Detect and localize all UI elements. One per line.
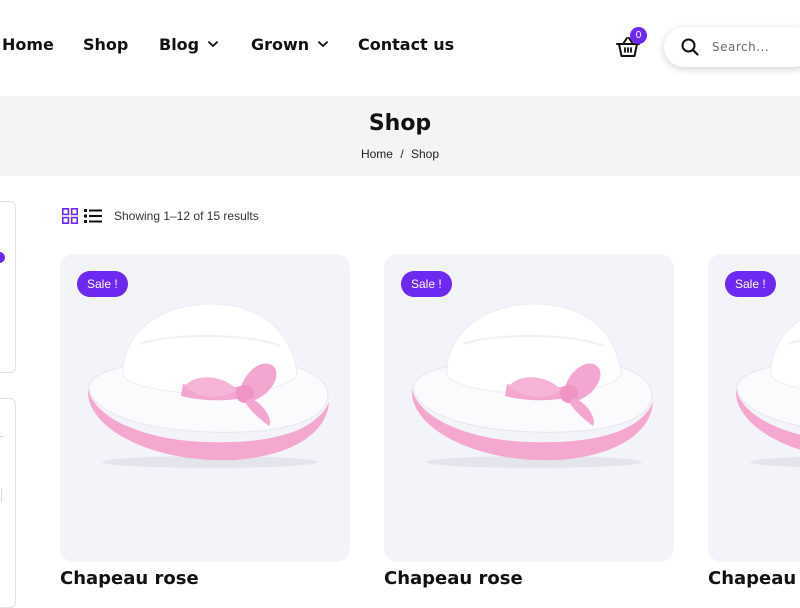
nav-item-shop[interactable]: Shop — [83, 35, 128, 54]
breadcrumb: Home / Shop — [0, 147, 800, 161]
site-header: Home Shop Blog Grown Contact us 0 — [0, 0, 800, 96]
grid-view-icon[interactable] — [62, 208, 79, 225]
list-view-icon[interactable] — [84, 208, 102, 224]
breadcrumb-separator: / — [400, 147, 404, 161]
sidebar-category-widget — [0, 398, 16, 608]
page-title-band: Shop Home / Shop — [0, 96, 800, 176]
product-image — [733, 294, 800, 474]
chevron-down-icon — [208, 41, 219, 48]
product-image — [409, 294, 654, 474]
result-count: Showing 1–12 of 15 results — [114, 209, 259, 223]
page-title: Shop — [368, 111, 432, 136]
nav-item-grown[interactable]: Grown — [251, 35, 329, 54]
cart-count-badge: 0 — [630, 27, 647, 44]
sidebar-divider — [1, 488, 2, 502]
product-card[interactable]: Sale ! — [708, 254, 800, 562]
nav-label: Home — [2, 35, 54, 54]
search-box[interactable] — [664, 27, 800, 67]
search-icon — [681, 38, 699, 56]
search-input[interactable] — [712, 40, 800, 54]
product-image — [85, 294, 330, 474]
nav-item-contact[interactable]: Contact us — [358, 35, 454, 54]
product-card[interactable]: Sale ! — [384, 254, 674, 562]
product-title[interactable]: Chapeau rose — [60, 568, 199, 589]
nav-label: Contact us — [358, 35, 455, 54]
sidebar-filter-widget — [0, 201, 16, 373]
product-title[interactable]: Chapeau rose — [708, 568, 800, 589]
breadcrumb-home-link[interactable]: Home — [361, 147, 393, 161]
breadcrumb-current: Shop — [411, 147, 440, 161]
nav-label: Blog — [159, 35, 200, 54]
chevron-down-icon — [318, 41, 329, 48]
sidebar-divider — [0, 436, 3, 437]
product-title[interactable]: Chapeau rose — [384, 568, 523, 589]
product-card[interactable]: Sale ! — [60, 254, 350, 562]
nav-label: Grown — [251, 35, 310, 54]
nav-item-home[interactable]: Home — [2, 35, 54, 54]
nav-item-blog[interactable]: Blog — [159, 35, 219, 54]
nav-label: Shop — [83, 35, 129, 54]
